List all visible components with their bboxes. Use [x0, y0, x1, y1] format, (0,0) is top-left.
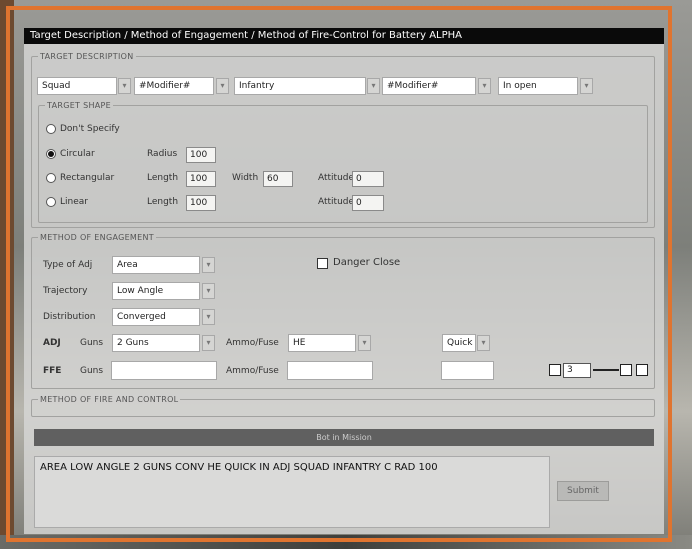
adj-guns-combo[interactable]: 2 Guns	[112, 334, 200, 352]
adj-ammo-combo[interactable]: HE	[288, 334, 356, 352]
target-size-dropdown-icon[interactable]: ▾	[118, 78, 131, 94]
target-type-dropdown-icon[interactable]: ▾	[367, 78, 380, 94]
type-modifier-dropdown-icon[interactable]: ▾	[478, 78, 491, 94]
shape-dont-specify-radio[interactable]	[46, 124, 56, 134]
danger-close-label: Danger Close	[333, 257, 401, 268]
ffe-guns-input[interactable]	[111, 361, 217, 380]
linear-length-input[interactable]: 100	[186, 195, 216, 211]
linear-attitude-label: Attitude	[318, 197, 355, 207]
fire-mission-output-text: AREA LOW ANGLE 2 GUNS CONV HE QUICK IN A…	[34, 456, 550, 528]
target-size-combo[interactable]: Squad	[37, 77, 117, 95]
dialog-title: Target Description / Method of Engagemen…	[24, 28, 664, 44]
rect-attitude-label: Attitude	[318, 173, 355, 183]
rounds-count-input[interactable]: 3	[563, 363, 591, 378]
target-shape-legend: TARGET SHAPE	[47, 101, 112, 110]
rounds-decrement-button[interactable]	[620, 364, 632, 376]
distribution-label: Distribution	[43, 312, 96, 322]
shape-dont-specify-label: Don't Specify	[60, 124, 120, 134]
mission-status-bar[interactable]: Bot in Mission	[34, 429, 654, 446]
danger-close-checkbox[interactable]	[317, 258, 328, 269]
adj-ammo-label: Ammo/Fuse	[226, 338, 279, 348]
type-modifier-combo[interactable]: #Modifier#	[382, 77, 476, 95]
trajectory-label: Trajectory	[43, 286, 88, 296]
width-label: Width	[232, 173, 259, 183]
shape-circular-label: Circular	[60, 149, 95, 159]
shape-rectangular-radio[interactable]	[46, 173, 56, 183]
ffe-label: FFE	[43, 366, 62, 376]
rounds-slider-track[interactable]	[593, 369, 619, 371]
size-modifier-combo[interactable]: #Modifier#	[134, 77, 214, 95]
method-of-fire-control-group: METHOD OF FIRE AND CONTROL	[31, 395, 655, 417]
ffe-ammo-label: Ammo/Fuse	[226, 366, 279, 376]
rounds-increment-button[interactable]	[636, 364, 648, 376]
adj-fuse-dropdown-icon[interactable]: ▾	[477, 335, 490, 351]
radius-label: Radius	[147, 149, 178, 159]
target-type-combo[interactable]: Infantry	[234, 77, 366, 95]
ffe-fuse-input[interactable]	[441, 361, 494, 380]
distribution-combo[interactable]: Converged	[112, 308, 200, 326]
method-of-engagement-legend: METHOD OF ENGAGEMENT	[40, 233, 154, 242]
trajectory-combo[interactable]: Low Angle	[112, 282, 200, 300]
type-of-adj-combo[interactable]: Area	[112, 256, 200, 274]
rounds-toggle-checkbox[interactable]	[549, 364, 561, 376]
rect-length-input[interactable]: 100	[186, 171, 216, 187]
shape-linear-radio[interactable]	[46, 197, 56, 207]
width-input[interactable]: 60	[263, 171, 293, 187]
adj-guns-dropdown-icon[interactable]: ▾	[202, 335, 215, 351]
method-of-fire-control-legend: METHOD OF FIRE AND CONTROL	[40, 395, 179, 404]
target-description-legend: TARGET DESCRIPTION	[40, 52, 134, 61]
radius-input[interactable]: 100	[186, 147, 216, 163]
adj-guns-label: Guns	[80, 338, 104, 348]
shape-rectangular-label: Rectangular	[60, 173, 115, 183]
target-posture-dropdown-icon[interactable]: ▾	[580, 78, 593, 94]
adj-fuse-combo[interactable]: Quick	[442, 334, 476, 352]
target-posture-combo[interactable]: In open	[498, 77, 578, 95]
linear-length-label: Length	[147, 197, 179, 207]
shape-linear-label: Linear	[60, 197, 88, 207]
shape-circular-radio[interactable]	[46, 149, 56, 159]
size-modifier-dropdown-icon[interactable]: ▾	[216, 78, 229, 94]
rect-attitude-input[interactable]: 0	[352, 171, 384, 187]
type-of-adj-label: Type of Adj	[43, 260, 93, 270]
distribution-dropdown-icon[interactable]: ▾	[202, 309, 215, 325]
ffe-guns-label: Guns	[80, 366, 104, 376]
adj-ammo-dropdown-icon[interactable]: ▾	[358, 335, 371, 351]
trajectory-dropdown-icon[interactable]: ▾	[202, 283, 215, 299]
adj-label: ADJ	[43, 338, 61, 348]
submit-button[interactable]: Submit	[557, 481, 609, 501]
rect-length-label: Length	[147, 173, 179, 183]
ffe-ammo-input[interactable]	[287, 361, 373, 380]
linear-attitude-input[interactable]: 0	[352, 195, 384, 211]
type-of-adj-dropdown-icon[interactable]: ▾	[202, 257, 215, 273]
